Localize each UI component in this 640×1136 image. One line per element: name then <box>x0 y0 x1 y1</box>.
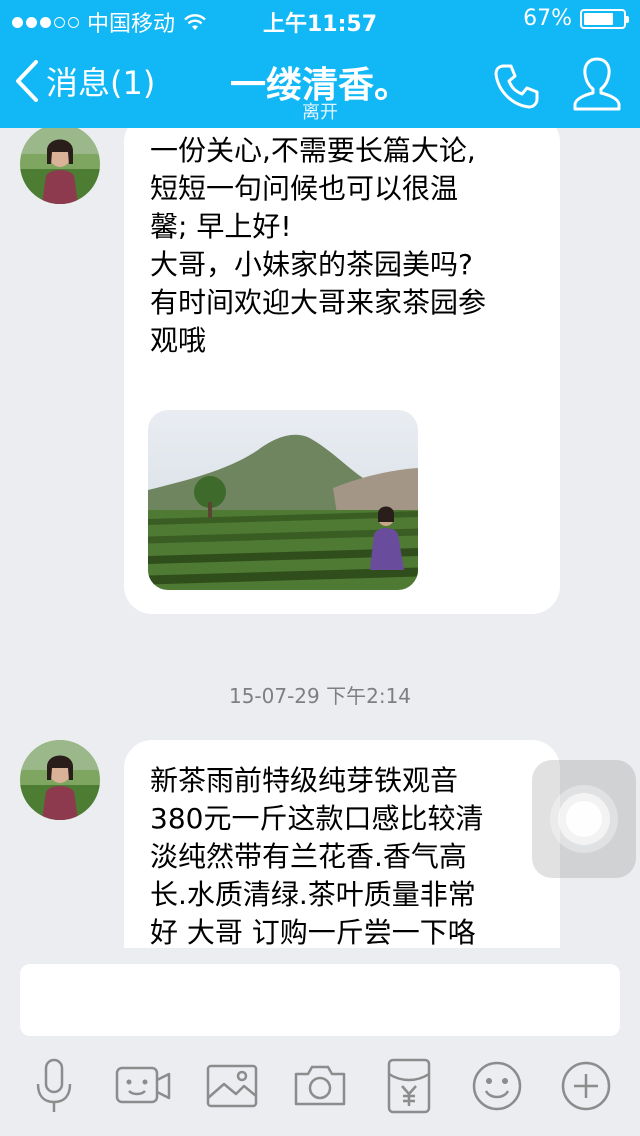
image-icon <box>206 1064 258 1108</box>
microphone-icon <box>36 1058 72 1112</box>
message-timestamp: 15-07-29 下午2:14 <box>228 684 412 708</box>
camera-button[interactable] <box>288 1054 352 1118</box>
emoji-button[interactable] <box>465 1054 529 1118</box>
red-packet-icon <box>387 1058 431 1114</box>
emoji-icon <box>472 1061 522 1111</box>
contact-avatar[interactable] <box>20 128 100 204</box>
status-bar: 中国移动 上午11:57 67% <box>0 0 640 40</box>
more-button[interactable] <box>554 1054 618 1118</box>
message-bubble[interactable]: 一份关心,不需要长篇大论, 短短一句问候也可以很温 馨; 早上好! 大哥，小妹家… <box>124 128 560 614</box>
message-bubble[interactable]: 新茶雨前特级纯芽铁观音 380元一斤这款口感比较清 淡纯然带有兰花香.香气高 长… <box>124 740 560 948</box>
red-packet-button[interactable] <box>377 1054 441 1118</box>
image-button[interactable] <box>200 1054 264 1118</box>
video-button[interactable] <box>111 1054 175 1118</box>
plus-icon <box>561 1061 611 1111</box>
contact-avatar[interactable] <box>20 740 100 820</box>
profile-button[interactable] <box>572 56 622 116</box>
presence-status: 离开 <box>302 102 338 123</box>
tea-garden-photo[interactable] <box>148 410 418 590</box>
toolbar <box>0 1054 640 1118</box>
phone-icon <box>494 64 539 109</box>
chat-message-list[interactable]: 一份关心,不需要长篇大论, 短短一句问候也可以很温 馨; 早上好! 大哥，小妹家… <box>0 128 640 948</box>
battery-percent: 67% <box>523 6 572 31</box>
message-text: 新茶雨前特级纯芽铁观音 380元一斤这款口感比较清 淡纯然带有兰花香.香气高 长… <box>150 764 484 948</box>
header: 中国移动 上午11:57 67% 消息(1) 一缕清香。 离开 <box>0 0 640 128</box>
message-input[interactable] <box>20 964 620 1036</box>
camera-icon <box>294 1065 346 1106</box>
person-icon <box>573 57 621 111</box>
battery-icon <box>580 8 629 29</box>
voice-button[interactable] <box>22 1054 86 1118</box>
assistive-touch-button[interactable] <box>532 760 636 878</box>
input-bar <box>0 948 640 1136</box>
phone-call-button[interactable] <box>492 62 540 114</box>
message-text: 一份关心,不需要长篇大论, 短短一句问候也可以很温 馨; 早上好! 大哥，小妹家… <box>150 134 487 357</box>
video-icon <box>115 1066 171 1104</box>
